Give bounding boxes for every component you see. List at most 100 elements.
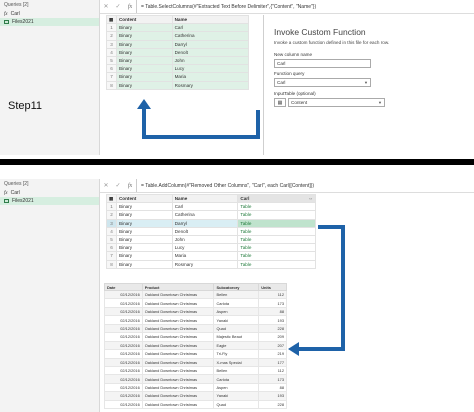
table-icon <box>4 199 9 203</box>
preview-row: 02/12/2016 Oakland Downtown Christmas Bell… <box>104 365 287 376</box>
preview-row: 02/12/2016 Oakland Downtown Christmas Yana… <box>104 315 287 325</box>
cancel-icon[interactable]: ✕ <box>100 182 112 189</box>
query-item-carl[interactable]: fx Carl <box>0 189 99 197</box>
column-header-name[interactable]: Name <box>171 14 250 25</box>
queries-pane-top: Queries [2] fx Carl Files2021 <box>0 0 100 155</box>
data-grid-top: ▦ Content Name 1 Binary Carl 2 Binary Cather… <box>106 14 250 90</box>
preview-header-product: Product <box>141 283 215 291</box>
table-row: 5 Binary John Table <box>106 234 316 245</box>
preview-header-subcategory: Subcatorory <box>213 283 260 291</box>
queries-header: Queries [2] <box>4 2 29 8</box>
arrow-shaft-horizontal-bottom <box>298 347 345 351</box>
formula-input[interactable]: = Table.SelectColumns(#"Extracted Text B… <box>136 0 316 13</box>
data-grid-bottom: ▦ Content Name Carl ⇔ 1 Binary Carl Table 2… <box>106 193 316 269</box>
formula-bar-top: ✕ ✓ fx = Table.SelectColumns(#"Extracted… <box>100 0 474 14</box>
table-row: 1 Binary Carl <box>106 23 250 33</box>
query-item-carl[interactable]: fx Carl <box>0 10 99 18</box>
table-link[interactable]: Table <box>237 259 316 269</box>
section-divider <box>0 159 474 165</box>
chevron-down-icon: ▼ <box>364 80 368 85</box>
column-type-button[interactable]: ▦ <box>274 98 286 107</box>
input-table-select[interactable]: Content ▼ <box>288 98 385 107</box>
column-header-name[interactable]: Name <box>171 193 239 204</box>
table-link[interactable]: Table <box>237 202 316 212</box>
preview-row: 02/12/2016 Oakland Downtown Christmas Bell… <box>104 289 287 300</box>
preview-row: 02/12/2016 Oakland Downtown Christmas Carl… <box>104 298 287 308</box>
table-row-selected: 3 Binary Darryl Table <box>106 218 316 228</box>
table-link[interactable]: Table <box>237 226 316 236</box>
query-item-files2021[interactable]: Files2021 <box>0 197 99 205</box>
arrow-shaft-vertical <box>341 225 345 351</box>
preview-row: 02/12/2016 Oakland Downtown Christmas Carl… <box>104 374 287 384</box>
chevron-down-icon: ▼ <box>378 100 382 105</box>
arrow-head-left-icon <box>288 342 299 356</box>
table-row: 3 Binary Darryl <box>106 39 250 49</box>
new-column-name-input[interactable]: Carl <box>274 59 371 68</box>
table-row: 6 Binary Lucy <box>106 64 250 74</box>
function-icon: fx <box>4 190 8 196</box>
grid-corner[interactable]: ▦ <box>106 193 117 204</box>
preview-row: 02/12/2016 Oakland Downtown Christmas Aspe… <box>104 306 287 317</box>
table-link[interactable]: Table <box>237 243 316 253</box>
table-row: 2 Binary Catherina <box>106 31 250 41</box>
table-row: 7 Binary Maria Table <box>106 251 316 261</box>
confirm-icon[interactable]: ✓ <box>112 3 124 10</box>
expand-icon[interactable]: ⇔ <box>308 196 313 201</box>
preview-header-units: Units <box>258 283 287 291</box>
queries-header: Queries [2] <box>4 181 29 187</box>
table-preview: Date Product Subcatorory Units 02/12/201… <box>104 283 287 410</box>
dialog-description: Invoke a custom function defined in this… <box>274 40 390 45</box>
preview-row: 02/12/2016 Oakland Downtown Christmas Tri-… <box>104 349 287 359</box>
preview-row: 02/12/2016 Oakland Downtown Christmas Yana… <box>104 391 287 401</box>
table-link-selected[interactable]: Table <box>237 218 316 228</box>
formula-bar-bottom: ✕ ✓ fx = Table.AddColumn(#"Removed Other… <box>100 179 474 193</box>
preview-header-date: Date <box>104 283 143 291</box>
table-row: 1 Binary Carl Table <box>106 202 316 212</box>
table-row: 8 Binary Rosmary Table <box>106 259 316 269</box>
table-row: 4 Binary Denolt Table <box>106 226 316 236</box>
arrow-shaft-vertical-right <box>256 110 260 139</box>
dialog-title: Invoke Custom Function <box>274 27 366 37</box>
table-row: 2 Binary Catherina Table <box>106 210 316 220</box>
column-header-content[interactable]: Content <box>115 193 173 204</box>
fx-icon: fx <box>127 182 133 189</box>
table-icon: ▦ <box>277 99 283 106</box>
preview-row: 02/12/2016 Oakland Downtown Christmas Maje… <box>104 332 287 342</box>
query-label: Carl <box>10 11 20 17</box>
fx-icon: fx <box>127 3 133 10</box>
preview-row: 02/12/2016 Oakland Downtown Christmas Aspe… <box>104 382 287 393</box>
table-link[interactable]: Table <box>237 251 316 261</box>
function-query-label: Function query <box>274 71 305 76</box>
arrow-head-up-icon <box>137 99 151 109</box>
column-header-content[interactable]: Content <box>115 14 173 25</box>
queries-pane-bottom: Queries [2] fx Carl Files2021 <box>0 179 100 412</box>
table-row: 5 Binary John <box>106 55 250 66</box>
table-row: 6 Binary Lucy Table <box>106 243 316 253</box>
grid-corner[interactable]: ▦ <box>106 14 117 25</box>
table-icon <box>4 20 9 24</box>
table-row: 8 Binary Rosmary <box>106 80 250 90</box>
column-header-carl[interactable]: Carl ⇔ <box>237 193 316 204</box>
table-row: 7 Binary Maria <box>106 72 250 82</box>
query-label: Carl <box>10 190 20 196</box>
table-link[interactable]: Table <box>237 210 316 220</box>
new-column-label: New column name <box>274 52 313 57</box>
arrow-shaft-horizontal <box>142 135 260 139</box>
input-table-label: InputTable (optional) <box>274 91 316 96</box>
table-row: 4 Binary Denolt <box>106 47 250 57</box>
function-icon: fx <box>4 11 8 17</box>
query-label: Files2021 <box>12 198 34 204</box>
table-link[interactable]: Table <box>237 234 316 245</box>
formula-input[interactable]: = Table.AddColumn(#"Removed Other Column… <box>136 179 314 192</box>
preview-row: 02/12/2016 Oakland Downtown Christmas Eagl… <box>104 340 287 351</box>
function-query-select[interactable]: Carl ▼ <box>274 78 371 87</box>
query-item-files2021[interactable]: Files2021 <box>0 18 99 26</box>
preview-row: 02/12/2016 Oakland Downtown Christmas Quad… <box>104 399 287 410</box>
invoke-custom-function-dialog: Invoke Custom Function Invoke a custom f… <box>263 15 474 155</box>
cancel-icon[interactable]: ✕ <box>100 3 112 10</box>
preview-row: 02/12/2016 Oakland Downtown Christmas Quad… <box>104 323 287 334</box>
confirm-icon[interactable]: ✓ <box>112 182 124 189</box>
query-label: Files2021 <box>12 19 34 25</box>
preview-row: 02/12/2016 Oakland Downtown Christmas X-ma… <box>104 357 287 367</box>
step-label: Step11 <box>8 100 43 112</box>
